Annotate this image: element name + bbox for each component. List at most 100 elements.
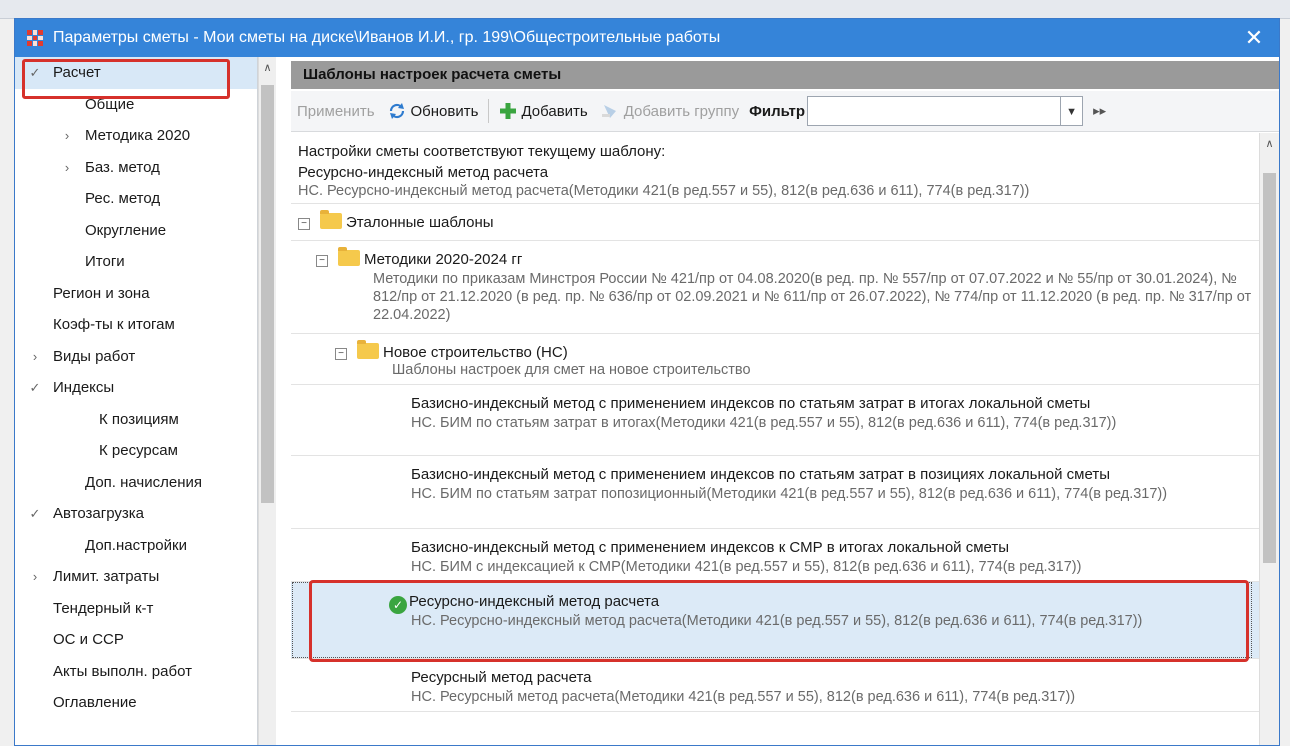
status-line-1: Настройки сметы соответствуют текущему ш… (298, 143, 666, 160)
sidebar: ✓ Расчет Общие › Методика 2020 › Баз. метод Рес… (15, 57, 258, 745)
content-scroll-thumb[interactable] (1263, 173, 1276, 563)
scroll-up-arrow-icon[interactable]: ∧ (1260, 137, 1279, 150)
sidebar-item-label: Доп.настройки (85, 536, 187, 554)
toolbar-overflow-icon[interactable]: ▸▸ (1093, 103, 1106, 119)
collapse-icon[interactable]: − (335, 348, 347, 360)
sidebar-item-label: Методика 2020 (85, 127, 191, 144)
tree-node-label: Методики 2020-2024 гг (364, 251, 523, 268)
tree-node-desc: Шаблоны настроек для смет на новое строи… (392, 362, 751, 378)
template-desc: НС. Ресурсный метод расчета(Методики 421… (411, 689, 1076, 705)
apply-button[interactable]: Применить (291, 91, 381, 131)
template-item[interactable]: Базисно-индексный метод с применением ин… (291, 529, 1260, 582)
chevron-right-icon[interactable]: › (59, 152, 75, 184)
tree-node-desc: Методики по приказам Минстроя России № 4… (373, 271, 1252, 323)
content-scrollbar[interactable]: ∧ (1259, 133, 1279, 745)
sidebar-scroll-thumb[interactable] (261, 85, 274, 503)
folder-icon (320, 210, 342, 229)
chevron-down-icon[interactable]: ✓ (27, 498, 43, 530)
folder-icon (357, 340, 379, 359)
add-button[interactable]: Добавить (493, 91, 593, 131)
collapse-icon[interactable]: − (298, 218, 310, 230)
tree-node-new-construction[interactable]: − Новое строительство (НС) Шаблоны настро… (291, 334, 1260, 385)
sidebar-item-label: Рес. метод (85, 190, 161, 207)
selection-highlight-box (22, 59, 230, 99)
current-template-status: Настройки сметы соответствуют текущему ш… (291, 133, 1260, 204)
sidebar-item[interactable]: ✓ Индексы (15, 372, 257, 404)
add-group-button[interactable]: Добавить группу (594, 91, 745, 131)
add-group-icon (601, 105, 616, 118)
filter-dropdown-button[interactable]: ▼ (1061, 96, 1084, 126)
sidebar-item[interactable]: Рес. метод (15, 183, 257, 215)
chevron-right-icon[interactable]: › (27, 561, 43, 593)
toolbar-separator (488, 99, 490, 123)
template-item[interactable]: Базисно-индексный метод с применением ин… (291, 456, 1260, 529)
sidebar-item[interactable]: Тендерный к-т (15, 593, 257, 625)
sidebar-item[interactable]: Округление (15, 215, 257, 247)
sidebar-item-label: Оглавление (53, 694, 137, 711)
selection-highlight-box (309, 580, 1249, 662)
sidebar-item[interactable]: ✓ Автозагрузка (15, 498, 257, 530)
sidebar-item-label: Лимит. затраты (53, 568, 160, 585)
status-line-2: Ресурсно-индексный метод расчета (298, 164, 549, 181)
chevron-right-icon[interactable]: › (27, 341, 43, 373)
title-bar: Параметры сметы - Мои сметы на диске\Ива… (15, 19, 1279, 57)
sidebar-item[interactable]: › Баз. метод (15, 152, 257, 184)
sidebar-item-label: Акты выполн. работ (53, 662, 192, 680)
template-desc: НС. БИМ по статьям затрат попозиционный(… (411, 486, 1168, 502)
tree-node-methods[interactable]: − Методики 2020-2024 гг Методики по прика… (291, 241, 1260, 334)
refresh-icon (389, 103, 404, 119)
sidebar-scrollbar[interactable]: ∧ (258, 57, 276, 745)
sidebar-list: ✓ Расчет Общие › Методика 2020 › Баз. метод Рес… (15, 57, 257, 719)
toolbar: Применить Обновить Добавить Добавить гру… (291, 91, 1279, 132)
template-tree: Настройки сметы соответствуют текущему ш… (291, 133, 1260, 745)
sidebar-item[interactable]: Оглавление (15, 687, 257, 719)
chevron-right-icon[interactable]: › (59, 120, 75, 152)
template-desc: НС. БИМ с индексацией к СМР(Методики 421… (411, 559, 1082, 575)
sidebar-item-label: К позициям (99, 410, 179, 428)
sidebar-item[interactable]: › Виды работ (15, 341, 257, 373)
sidebar-item[interactable]: Доп. начисления (15, 467, 257, 499)
tree-node-etalon[interactable]: − Эталонные шаблоны (291, 204, 1260, 241)
sidebar-item[interactable]: Коэф-ты к итогам (15, 309, 257, 341)
template-title: Ресурсный метод расчета (411, 669, 592, 686)
sidebar-item-label: Коэф-ты к итогам (53, 316, 175, 333)
template-item[interactable]: Базисно-индексный метод с применением ин… (291, 385, 1260, 456)
sidebar-item[interactable]: Акты выполн. работ (15, 656, 257, 688)
refresh-button[interactable]: Обновить (381, 91, 485, 131)
sidebar-item[interactable]: ОС и ССР (15, 624, 257, 656)
panel-header: Шаблоны настроек расчета сметы (291, 61, 1279, 89)
sidebar-item-label: ОС и ССР (53, 631, 124, 648)
tree-node-label: Новое строительство (НС) (383, 344, 568, 361)
collapse-icon[interactable]: − (316, 255, 328, 267)
sidebar-item-label: Баз. метод (85, 158, 160, 176)
template-desc: НС. БИМ по статьям затрат в итогах(Метод… (411, 415, 1117, 431)
add-group-label: Добавить группу (623, 102, 740, 120)
template-title: Базисно-индексный метод с применением ин… (411, 466, 1110, 483)
sidebar-item[interactable]: Доп.настройки (15, 530, 257, 562)
filter-input[interactable] (807, 96, 1062, 126)
sidebar-item-label: Виды работ (53, 347, 136, 365)
folder-icon (338, 247, 360, 266)
sidebar-item-label: Итоги (85, 253, 125, 270)
main-panel: Шаблоны настроек расчета сметы Применить… (291, 57, 1279, 745)
plus-icon (500, 103, 517, 119)
scroll-up-arrow-icon[interactable]: ∧ (259, 61, 276, 74)
window-title: Параметры сметы - Мои сметы на диске\Ива… (53, 29, 721, 46)
status-line-3: НС. Ресурсно-индексный метод расчета(Мет… (298, 183, 1030, 199)
background-strip (0, 0, 1290, 19)
sidebar-item-label: Тендерный к-т (53, 599, 154, 617)
sidebar-item[interactable]: Итоги (15, 246, 257, 278)
chevron-down-icon[interactable]: ✓ (27, 372, 43, 404)
template-item[interactable]: Ресурсный метод расчета НС. Ресурсный ме… (291, 659, 1260, 712)
sidebar-item[interactable]: › Лимит. затраты (15, 561, 257, 593)
sidebar-item-label: Округление (85, 221, 167, 239)
sidebar-item-label: Доп. начисления (85, 473, 202, 491)
refresh-label: Обновить (410, 102, 479, 120)
sidebar-item[interactable]: › Методика 2020 (15, 120, 257, 152)
sidebar-item[interactable]: К позициям (15, 404, 257, 436)
template-title: Базисно-индексный метод с применением ин… (411, 395, 1091, 412)
sidebar-item[interactable]: Регион и зона (15, 278, 257, 310)
sidebar-item-label: К ресурсам (99, 442, 178, 459)
sidebar-item[interactable]: К ресурсам (15, 435, 257, 467)
close-button[interactable]: ✕ (1241, 25, 1267, 51)
